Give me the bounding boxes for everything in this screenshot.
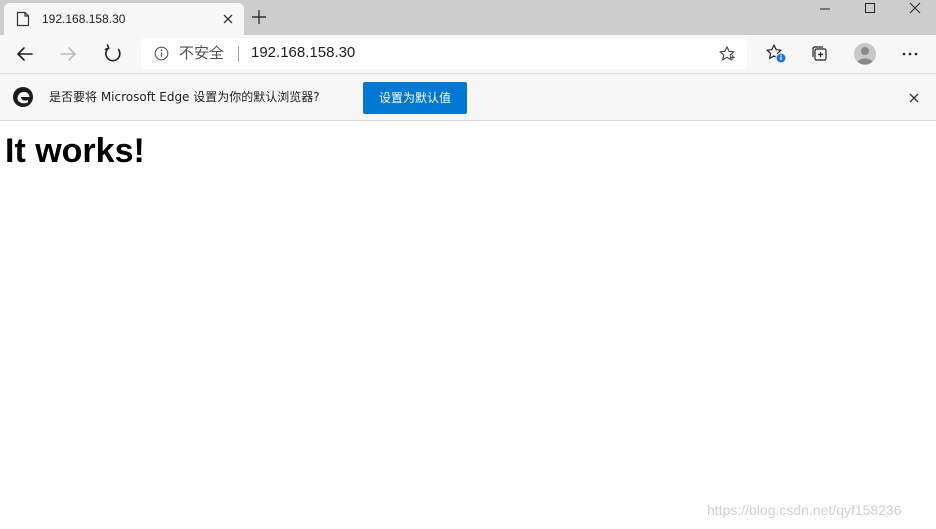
tab-title: 192.168.158.30 — [42, 12, 126, 26]
divider — [238, 46, 239, 62]
infobar-message: 是否要将 Microsoft Edge 设置为你的默认浏览器? — [49, 90, 320, 104]
arrow-left-icon[interactable] — [11, 40, 39, 68]
infobar-close-icon[interactable] — [906, 90, 922, 106]
tab-strip: 192.168.158.30 — [0, 0, 936, 35]
security-label[interactable]: 不安全 — [179, 44, 224, 62]
favorites-star-icon[interactable] — [763, 40, 791, 68]
page-title: It works! — [5, 132, 145, 170]
url-text[interactable]: 192.168.158.30 — [251, 44, 355, 62]
watermark: https://blog.csdn.net/qyf158236 — [707, 502, 902, 518]
refresh-icon[interactable] — [99, 40, 127, 68]
set-default-button[interactable]: 设置为默认值 — [363, 82, 467, 114]
tab-close-icon[interactable] — [220, 11, 236, 27]
tab-active[interactable]: 192.168.158.30 — [4, 3, 244, 35]
toolbar: 不安全 192.168.158.30 — [0, 35, 936, 73]
edge-logo-icon — [13, 87, 33, 107]
star-icon[interactable] — [718, 45, 736, 63]
maximize-icon[interactable] — [847, 0, 893, 18]
default-browser-infobar: 是否要将 Microsoft Edge 设置为你的默认浏览器? 设置为默认值 — [0, 73, 936, 121]
address-bar[interactable]: 不安全 192.168.158.30 — [141, 38, 747, 69]
arrow-right-icon[interactable] — [54, 40, 82, 68]
collections-icon[interactable] — [806, 40, 834, 68]
window-close-icon[interactable] — [892, 0, 936, 18]
avatar-icon[interactable] — [851, 40, 879, 68]
plus-icon[interactable] — [250, 8, 268, 26]
browser-window: 192.168.158.30 不安全 192.168.158.30 是否要将 M… — [0, 0, 936, 529]
minimize-icon[interactable] — [802, 0, 848, 18]
info-icon[interactable] — [154, 46, 169, 61]
ellipsis-icon[interactable] — [896, 40, 924, 68]
page-icon — [16, 11, 30, 27]
page-content: It works! https://blog.csdn.net/qyf15823… — [0, 121, 936, 529]
